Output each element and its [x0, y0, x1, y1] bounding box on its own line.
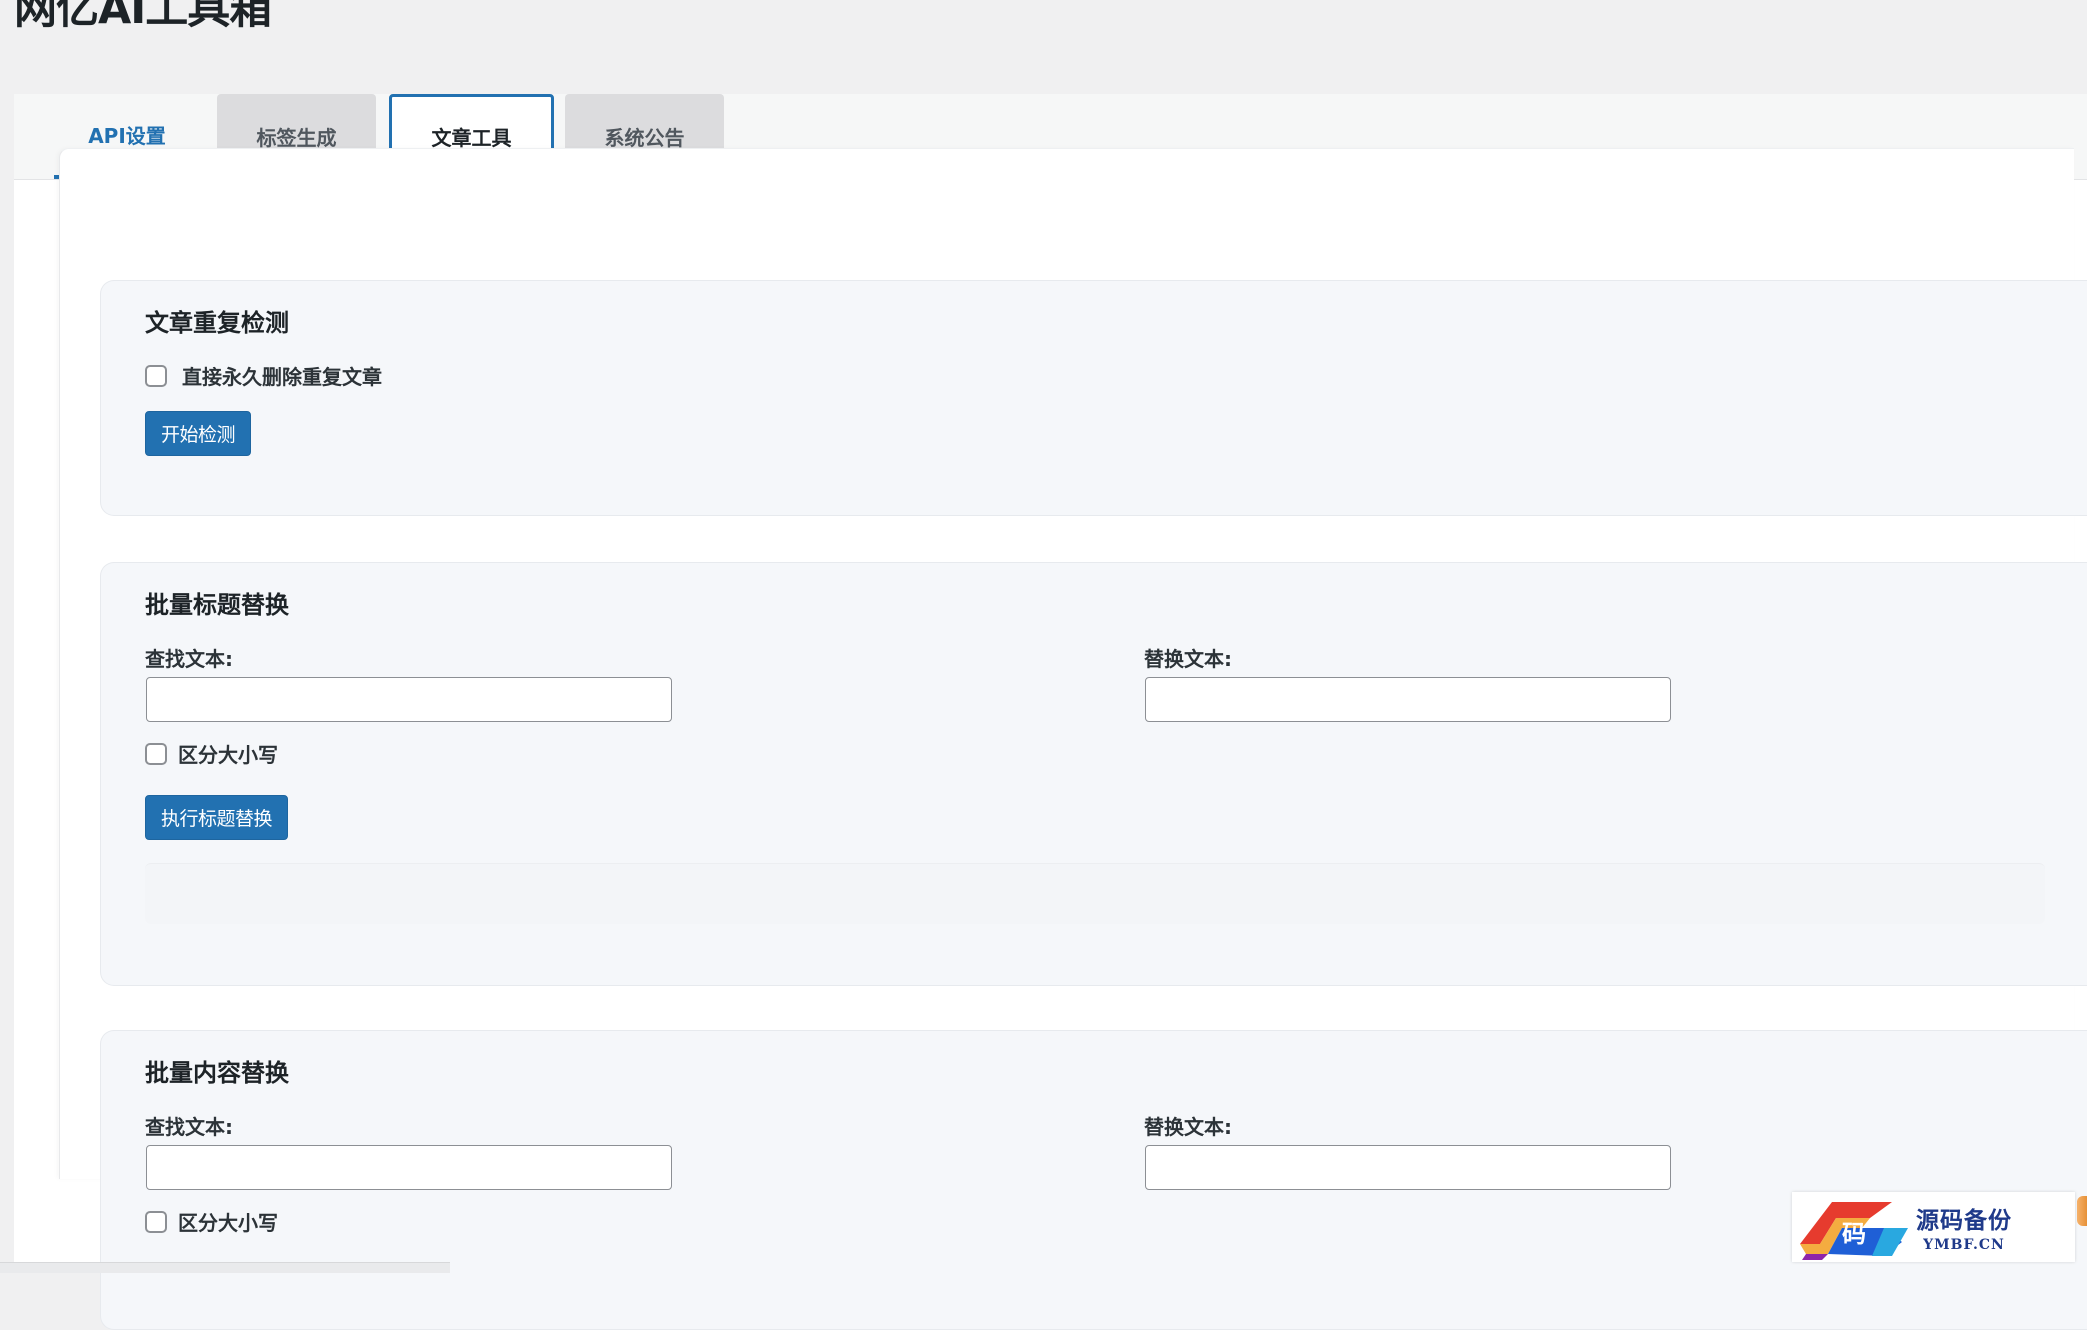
- content-replace-label: 替换文本:: [1144, 1115, 1232, 1139]
- title-replace-heading: 批量标题替换: [145, 591, 289, 619]
- title-replace-result: [145, 863, 2045, 924]
- content-find-label: 查找文本:: [145, 1115, 233, 1139]
- delete-duplicates-option: 直接永久删除重复文章: [145, 361, 382, 390]
- title-find-label: 查找文本:: [145, 647, 233, 671]
- content-case-checkbox[interactable]: [145, 1210, 167, 1233]
- duplicate-check-card: 文章重复检测 直接永久删除重复文章 开始检测: [100, 280, 2087, 516]
- watermark-text: 源码备份 YMBF.CN: [1916, 1201, 2012, 1253]
- content-case-label: 区分大小写: [178, 1211, 278, 1235]
- content-replace-heading: 批量内容替换: [145, 1059, 289, 1087]
- watermark-logo: 码 源码备份 YMBF.CN: [1792, 1192, 2075, 1262]
- watermark-en-text: YMBF.CN: [1923, 1237, 2005, 1253]
- title-replace-card: 批量标题替换 查找文本: 替换文本: 区分大小写 执行标题替换: [100, 562, 2087, 986]
- title-replace-label: 替换文本:: [1144, 647, 1232, 671]
- duplicate-check-heading: 文章重复检测: [145, 309, 289, 337]
- title-case-label: 区分大小写: [178, 743, 278, 767]
- delete-duplicates-label: 直接永久删除重复文章: [182, 365, 382, 389]
- page-title: 网亿AI工具箱: [14, 0, 272, 34]
- title-find-input[interactable]: [146, 677, 672, 722]
- title-case-option: 区分大小写: [145, 739, 278, 768]
- execute-title-replace-button[interactable]: 执行标题替换: [145, 795, 289, 840]
- status-strip: [0, 1262, 450, 1273]
- watermark-emblem-icon: 码: [1792, 1192, 1912, 1262]
- title-case-checkbox[interactable]: [145, 742, 167, 765]
- content-replace-card: 批量内容替换 查找文本: 替换文本: 区分大小写: [100, 1030, 2087, 1330]
- edge-decoration: [2077, 1196, 2087, 1226]
- title-replace-input[interactable]: [1145, 677, 1671, 722]
- watermark-cn-text: 源码备份: [1916, 1207, 2012, 1234]
- start-check-button[interactable]: 开始检测: [145, 411, 252, 456]
- content-replace-input[interactable]: [1145, 1145, 1671, 1190]
- watermark-glyph: 码: [1842, 1219, 1866, 1248]
- delete-duplicates-checkbox[interactable]: [145, 364, 167, 387]
- content-case-option: 区分大小写: [145, 1207, 278, 1236]
- content-find-input[interactable]: [146, 1145, 672, 1190]
